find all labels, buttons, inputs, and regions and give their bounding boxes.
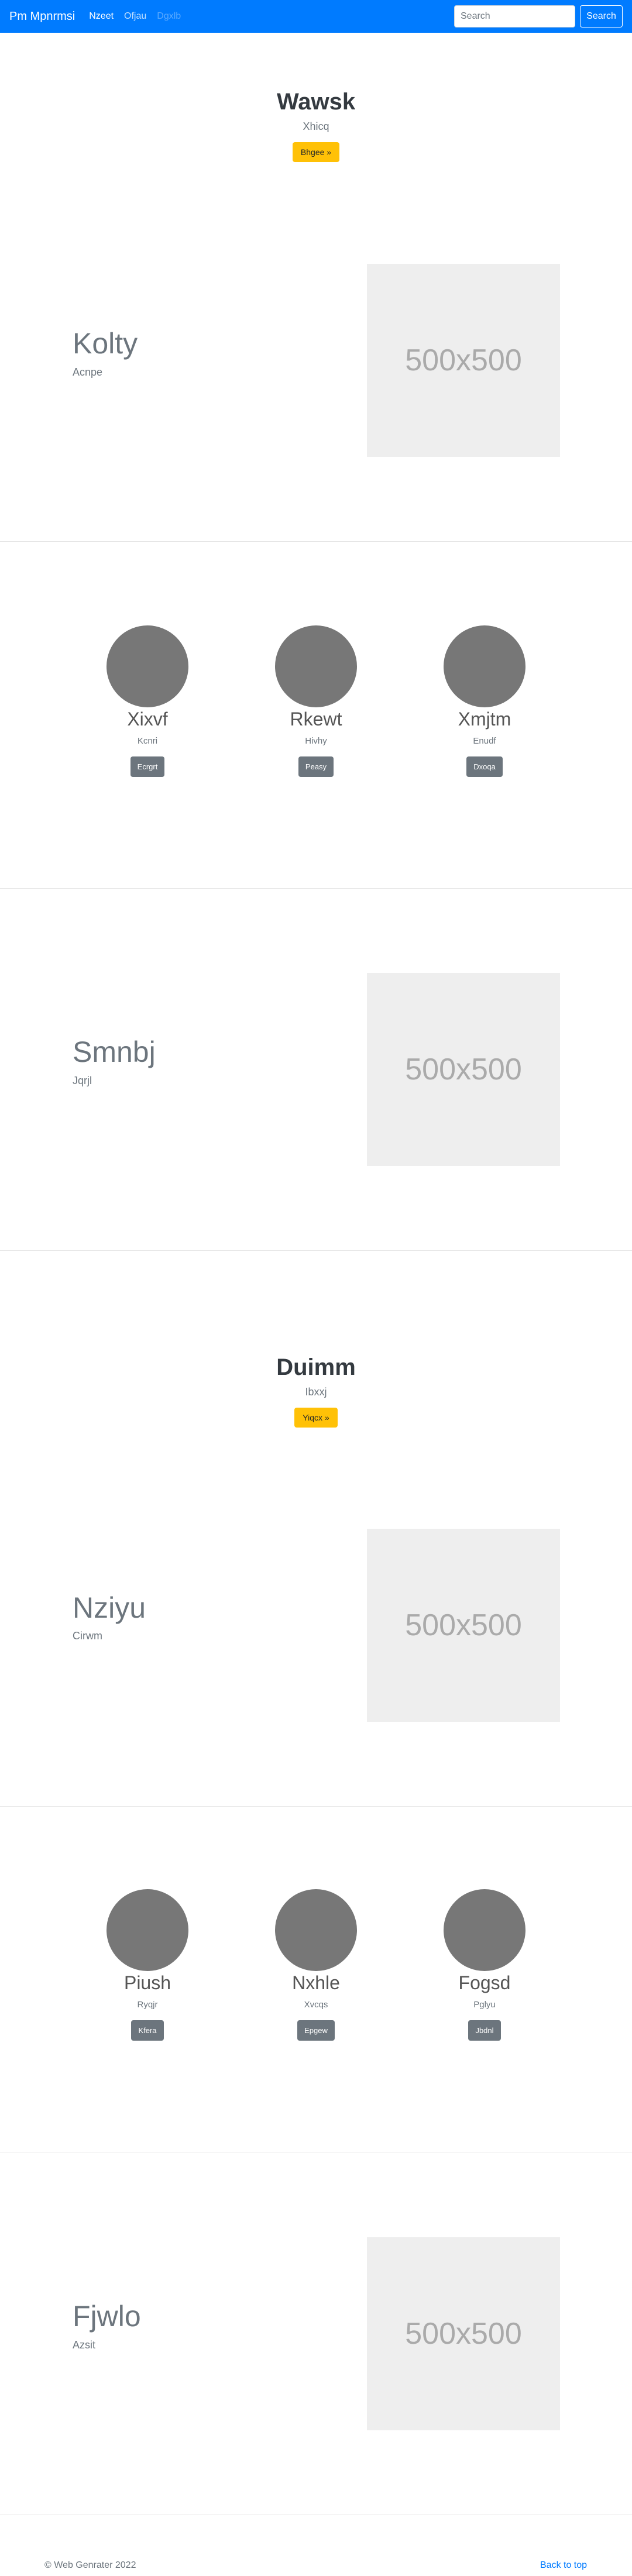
brand-logo[interactable]: Pm Mpnrmsi [9, 10, 75, 23]
card-5-text: Xvcqs [304, 2000, 328, 2010]
divider [0, 888, 632, 889]
card-1-text: Kcnri [137, 736, 158, 746]
card-3-button[interactable]: Dxoqa [466, 756, 503, 777]
feature-3-image: 500x500 [367, 1529, 560, 1722]
card-1-title: Xixvf [127, 709, 168, 730]
feature-4-title: Fjwlo [73, 2300, 141, 2333]
card-3-title: Xmjtm [458, 709, 511, 730]
card-6-avatar [444, 1889, 525, 1971]
feature-3-title: Nziyu [73, 1591, 146, 1624]
jumbotron-2-subtitle: Ibxxj [305, 1386, 327, 1398]
jumbotron-1: Wawsk Xhicq Bhgee » [0, 88, 632, 162]
jumbotron-1-subtitle: Xhicq [303, 121, 329, 132]
card-4-avatar [107, 1889, 188, 1971]
search-input[interactable] [454, 5, 575, 27]
card-2-text: Hivhy [305, 736, 327, 746]
card-6-button[interactable]: Jbdnl [468, 2020, 501, 2041]
card-5: Nxhle Xvcqs Epgew [228, 1889, 404, 2041]
feature-2-image-label: 500x500 [405, 1053, 522, 1086]
card-2-button[interactable]: Peasy [298, 756, 334, 777]
card-1-button[interactable]: Ecrgrt [130, 756, 165, 777]
card-3-text: Enudf [473, 736, 496, 746]
jumbotron-2-button[interactable]: Yiqcx » [294, 1408, 338, 1428]
search-button[interactable]: Search [580, 5, 623, 27]
feature-1-title: Kolty [73, 327, 138, 360]
card-4-text: Ryqjr [137, 2000, 158, 2010]
divider [0, 541, 632, 542]
feature-3-subtitle: Cirwm [73, 1630, 102, 1642]
card-4-title: Piush [123, 1972, 171, 1993]
jumbotron-1-title: Wawsk [276, 89, 356, 115]
nav-link-2[interactable]: Ofjau [124, 11, 146, 22]
nav-link-3: Dgxlb [157, 11, 181, 21]
feature-4-image-label: 500x500 [405, 2317, 522, 2351]
feature-2-subtitle: Jqrjl [73, 1075, 92, 1086]
navbar: Pm Mpnrmsi Nzeet Ofjau Dgxlb Search [0, 0, 632, 33]
card-5-title: Nxhle [292, 1972, 340, 1993]
back-to-top-link[interactable]: Back to top [540, 2560, 587, 2571]
nav-link-1[interactable]: Nzeet [89, 11, 114, 22]
jumbotron-2: Duimm Ibxxj Yiqcx » [0, 1353, 632, 1428]
divider [0, 1250, 632, 1251]
feature-1-subtitle: Acnpe [73, 366, 103, 378]
card-2: Rkewt Hivhy Peasy [228, 625, 404, 777]
card-4: Piush Ryqjr Kfera [60, 1889, 235, 2041]
feature-1-image-label: 500x500 [405, 343, 522, 377]
feature-4-subtitle: Azsit [73, 2339, 96, 2351]
card-6-title: Fogsd [458, 1972, 511, 1993]
card-2-title: Rkewt [290, 709, 342, 730]
feature-4-image: 500x500 [367, 2237, 560, 2430]
card-2-avatar [275, 625, 357, 707]
card-6-text: Pglyu [473, 2000, 496, 2010]
footer-copyright: © Web Genrater 2022 [44, 2560, 136, 2570]
feature-3-image-label: 500x500 [405, 1608, 522, 1642]
card-3-avatar [444, 625, 525, 707]
jumbotron-1-button[interactable]: Bhgee » [292, 142, 340, 162]
feature-2-image: 500x500 [367, 973, 560, 1166]
card-5-button[interactable]: Epgew [297, 2020, 335, 2041]
feature-2-title: Smnbj [73, 1036, 156, 1068]
card-5-avatar [275, 1889, 357, 1971]
card-6: Fogsd Pglyu Jbdnl [397, 1889, 572, 2041]
feature-1-image: 500x500 [367, 264, 560, 457]
jumbotron-2-title: Duimm [276, 1354, 356, 1380]
card-4-button[interactable]: Kfera [131, 2020, 164, 2041]
card-1: Xixvf Kcnri Ecrgrt [60, 625, 235, 777]
card-1-avatar [107, 625, 188, 707]
card-3: Xmjtm Enudf Dxoqa [397, 625, 572, 777]
divider [0, 1806, 632, 1807]
